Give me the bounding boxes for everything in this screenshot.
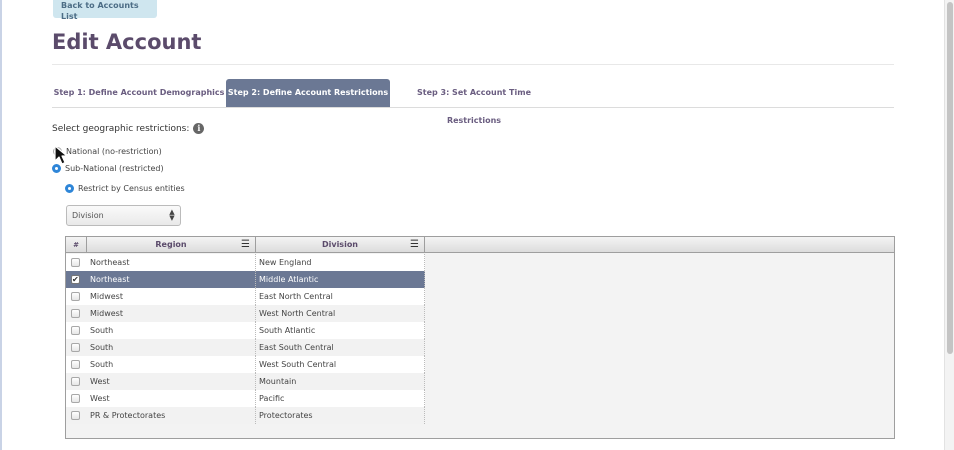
row-checkbox[interactable] [71,343,80,352]
row-checkbox[interactable] [71,292,80,301]
row-checkbox[interactable] [71,271,80,288]
column-header-division-label: Division [321,240,359,249]
row-checkbox[interactable] [71,377,80,386]
row-checkbox-cell [66,288,87,305]
title-divider [52,64,894,65]
row-checkbox[interactable] [71,309,80,318]
next-radio-option-cutoff [66,445,186,450]
row-checkbox-cell [66,254,87,271]
row-checkbox-cell [66,339,87,356]
row-checkbox-cell [66,407,87,424]
grid-rows: Northeast New England Northeast Middle A… [66,254,425,424]
table-row[interactable]: West Pacific [66,390,425,407]
row-checkbox-cell [66,356,87,373]
vertical-scrollbar[interactable] [944,0,954,450]
row-checkbox[interactable] [71,411,80,420]
region-cell: West [87,373,256,390]
row-checkbox-cell [66,322,87,339]
window-edge [0,0,2,450]
table-row[interactable]: South South Atlantic [66,322,425,339]
region-cell: South [87,356,256,373]
info-icon[interactable]: i [193,123,205,134]
row-checkbox-cell [66,390,87,407]
radio-sub-national-label: Sub-National (restricted) [65,164,164,173]
back-to-accounts-button[interactable]: Back to Accounts List [53,0,157,21]
geo-restrictions-label: Select geographic restrictions: i [52,123,205,134]
division-cell: Middle Atlantic [256,271,425,288]
hamburger-menu-icon[interactable]: ☰ [241,237,250,253]
region-cell: West [87,390,256,407]
division-cell: South Atlantic [256,322,425,339]
row-checkbox[interactable] [71,360,80,369]
region-cell: Northeast [87,271,256,288]
region-cell: South [87,339,256,356]
radio-national[interactable]: National (no-restriction) [53,147,162,156]
row-checkbox-cell [66,271,87,288]
table-row[interactable]: Midwest West North Central [66,305,425,322]
census-level-value: Division [72,211,104,220]
mouse-cursor-icon [54,145,68,165]
table-row[interactable]: Midwest East North Central [66,288,425,305]
region-cell: PR & Protectorates [87,407,256,424]
row-checkbox[interactable] [71,394,80,403]
select-arrows-icon: ▲ ▼ [169,208,175,222]
radio-census-entities-label: Restrict by Census entities [78,184,185,193]
division-cell: Protectorates [256,407,425,424]
division-cell: East North Central [256,288,425,305]
column-header-region[interactable]: Region ☰ [87,237,256,253]
division-cell: West North Central [256,305,425,322]
division-cell: Mountain [256,373,425,390]
division-cell: East South Central [256,339,425,356]
radio-national-label: National (no-restriction) [66,147,162,156]
region-cell: Midwest [87,305,256,322]
step-tabs: Step 1: Define Account Demographics Step… [52,79,894,125]
census-level-select[interactable]: Division ▲ ▼ [66,205,181,226]
radio-census-entities[interactable]: Restrict by Census entities [65,184,185,193]
table-row[interactable]: South West South Central [66,356,425,373]
region-cell: Northeast [87,254,256,271]
tab-step-2[interactable]: Step 2: Define Account Restrictions [226,79,390,107]
row-checkbox[interactable] [71,326,80,335]
column-header-region-label: Region [155,240,187,249]
tab-step-3[interactable]: Step 3: Set Account Time Restrictions [390,79,558,125]
radio-sub-national[interactable]: Sub-National (restricted) [52,164,164,173]
hamburger-menu-icon[interactable]: ☰ [410,237,419,253]
radio-census-entities-button[interactable] [65,184,74,193]
row-checkbox-cell [66,373,87,390]
column-header-division[interactable]: Division ☰ [256,237,425,253]
table-row[interactable]: Northeast Middle Atlantic [66,271,425,288]
row-checkbox-cell [66,305,87,322]
tab-step-1[interactable]: Step 1: Define Account Demographics [52,79,226,107]
table-row[interactable]: Northeast New England [66,254,425,271]
geo-restrictions-text: Select geographic restrictions: [52,123,190,134]
row-checkbox[interactable] [71,258,80,267]
region-cell: South [87,322,256,339]
table-row[interactable]: PR & Protectorates Protectorates [66,407,425,424]
scrollbar-thumb[interactable] [947,2,953,354]
table-row[interactable]: South East South Central [66,339,425,356]
census-grid: # Region ☰ Division ☰ Northeast New Engl… [65,236,895,439]
radio-sub-national-button[interactable] [52,164,61,173]
grid-header: # Region ☰ Division ☰ [66,237,894,253]
region-cell: Midwest [87,288,256,305]
column-header-number: # [66,237,87,253]
page-title: Edit Account [52,30,202,54]
table-row[interactable]: West Mountain [66,373,425,390]
division-cell: Pacific [256,390,425,407]
division-cell: New England [256,254,425,271]
division-cell: West South Central [256,356,425,373]
